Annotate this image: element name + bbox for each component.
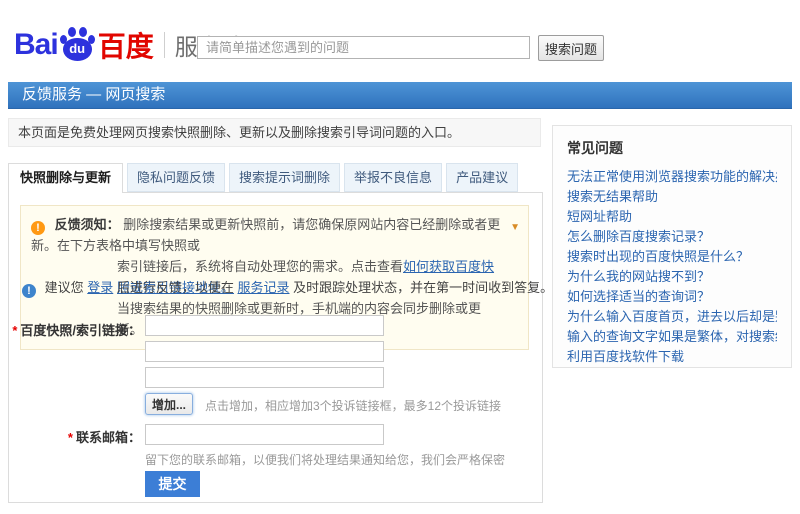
tab-item[interactable]: 产品建议 — [446, 163, 518, 192]
faq-link[interactable]: 利用百度找软件下载 — [567, 347, 777, 367]
info-icon: ! — [22, 284, 36, 298]
tab-item[interactable]: 隐私问题反馈 — [127, 163, 225, 192]
logo-divider — [164, 32, 165, 58]
faq-link[interactable]: 为什么输入百度首页，进去以后却是别的网站... — [567, 307, 777, 327]
logo-bai-text: Bai — [14, 28, 58, 62]
intro-strip: 本页面是免费处理网页搜索快照删除、更新以及删除搜索引导词问题的入口。 — [8, 118, 541, 147]
login-suggestion: ! 建议您 登录 后进行反馈，以便在 服务记录 及时跟踪处理状态，并在第一时间收… — [22, 277, 553, 298]
snapshot-link-input[interactable] — [145, 315, 384, 336]
required-asterisk: * — [68, 430, 73, 445]
faq-link[interactable]: 无法正常使用浏览器搜索功能的解决办法 — [567, 167, 777, 187]
search-input[interactable] — [197, 36, 530, 59]
contact-email-hint: 留下您的联系邮箱，以便我们将处理结果通知给您，我们会严格保密 — [145, 451, 505, 468]
faq-link[interactable]: 如何选择适当的查询词？ — [567, 287, 777, 307]
contact-email-input[interactable] — [145, 424, 384, 445]
submit-button[interactable]: 提交 — [145, 471, 200, 497]
logo-du-text: du — [59, 41, 96, 56]
collapse-caret-icon[interactable]: ▼ — [510, 217, 520, 238]
service-record-link[interactable]: 服务记录 — [238, 280, 290, 295]
add-link-hint: 点击增加，相应增加3个投诉链接框，最多12个投诉链接 — [205, 397, 501, 414]
tab-active[interactable]: 快照删除与更新 — [8, 163, 123, 193]
section-banner: 反馈服务 — 网页搜索 — [8, 82, 792, 109]
baidu-service-center-page: { "header": { "logo": { "bai": "Bai", "d… — [0, 0, 800, 514]
intro-text: 本页面是免费处理网页搜索快照删除、更新以及删除搜索引导词问题的入口。 — [18, 125, 460, 140]
tab-item[interactable]: 举报不良信息 — [344, 163, 442, 192]
faq-link[interactable]: 短网址帮助 — [567, 207, 777, 227]
suggestion-middle: 后进行反馈，以便在 — [113, 280, 237, 295]
faq-sidebar: 常见问题 无法正常使用浏览器搜索功能的解决办法搜索无结果帮助短网址帮助怎么删除百… — [552, 125, 792, 368]
suggestion-prefix: 建议您 — [45, 280, 88, 295]
snapshot-link-label: *百度快照/索引链接： — [9, 320, 141, 339]
faq-links: 无法正常使用浏览器搜索功能的解决办法搜索无结果帮助短网址帮助怎么删除百度搜索记录… — [567, 167, 777, 367]
faq-link[interactable]: 输入的查询文字如果是繁体，对搜索结果会产... — [567, 327, 777, 347]
faq-link[interactable]: 为什么我的网站搜不到？ — [567, 267, 777, 287]
search-button[interactable]: 搜索问题 — [538, 35, 604, 61]
tab-item[interactable]: 搜索提示词删除 — [229, 163, 340, 192]
notice-text-2: 索引链接后，系统将自动处理您的需求。点击查看 — [117, 259, 403, 274]
faq-title: 常见问题 — [567, 138, 777, 158]
logo-baidu-cn: 百度 — [98, 25, 154, 65]
snapshot-link-input[interactable] — [145, 367, 384, 388]
header: Bai du 百度 服务中心 搜索问题 — [0, 0, 800, 82]
alert-icon: ! — [31, 221, 45, 235]
suggestion-suffix: 及时跟踪处理状态，并在第一时间收到答复。 — [290, 280, 554, 295]
snapshot-inputs — [145, 315, 384, 393]
banner-title: 反馈服务 — 网页搜索 — [22, 86, 165, 103]
required-asterisk: * — [12, 323, 17, 338]
notice-label: 反馈须知： — [55, 217, 120, 232]
tabs: 快照删除与更新隐私问题反馈搜索提示词删除举报不良信息产品建议 — [8, 163, 522, 193]
notice-line-1: ! 反馈须知： 删除搜索结果或更新快照前，请您确保原网站内容已经删除或者更新。在… — [31, 214, 502, 256]
contact-email-label: *联系邮箱： — [9, 427, 141, 446]
faq-link[interactable]: 搜索时出现的百度快照是什么？ — [567, 247, 777, 267]
faq-link[interactable]: 怎么删除百度搜索记录？ — [567, 227, 777, 247]
baidu-paw-icon: du — [59, 26, 96, 63]
add-link-button[interactable]: 增加... — [145, 393, 193, 415]
snapshot-link-input[interactable] — [145, 341, 384, 362]
faq-link[interactable]: 搜索无结果帮助 — [567, 187, 777, 207]
feedback-panel: ! 反馈须知： 删除搜索结果或更新快照前，请您确保原网站内容已经删除或者更新。在… — [8, 192, 543, 503]
login-link[interactable]: 登录 — [87, 280, 113, 295]
